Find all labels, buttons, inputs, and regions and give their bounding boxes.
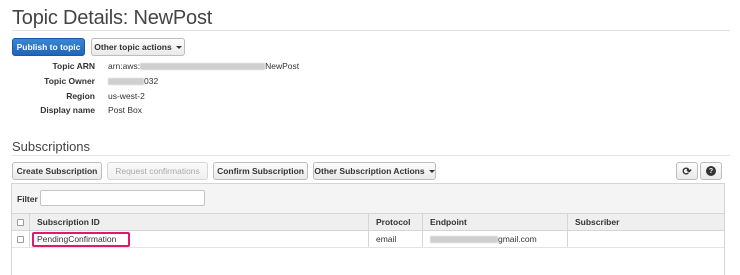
topic-owner-label: Topic Owner (44, 76, 95, 86)
protocol-cell: email (368, 231, 422, 247)
highlight-box (32, 232, 130, 247)
topic-arn-value: arn:aws: NewPost (108, 61, 299, 71)
column-header-endpoint[interactable]: Endpoint (422, 214, 567, 230)
region-label: Region (66, 91, 95, 101)
caret-down-icon (175, 45, 182, 49)
request-confirmations-button[interactable]: Request confirmations (107, 162, 208, 180)
endpoint-cell: gmail.com (422, 231, 567, 247)
row-checkbox[interactable] (17, 235, 24, 243)
column-header-subscription-id[interactable]: Subscription ID (29, 214, 368, 230)
display-name-value: Post Box (108, 105, 143, 115)
refresh-icon: ⟳ (682, 165, 692, 178)
column-header-protocol[interactable]: Protocol (368, 214, 422, 230)
table-header-row: Subscription ID Protocol Endpoint Subscr… (12, 213, 724, 230)
help-icon: ? (706, 166, 716, 176)
endpoint-suffix: gmail.com (498, 234, 537, 244)
redacted-block (140, 63, 266, 71)
create-subscription-label: Create Subscription (16, 166, 98, 176)
redacted-block (108, 78, 144, 86)
redacted-block (430, 235, 498, 243)
region-value: us-west-2 (108, 91, 145, 101)
create-subscription-button[interactable]: Create Subscription (12, 162, 102, 180)
topic-arn-prefix: arn:aws: (108, 61, 141, 71)
caret-down-icon (428, 169, 435, 173)
select-all-checkbox[interactable] (17, 218, 24, 226)
other-subscription-actions-label: Other Subscription Actions (314, 166, 425, 176)
other-topic-actions-label: Other topic actions (94, 42, 172, 52)
column-header-subscriber[interactable]: Subscriber (567, 214, 724, 230)
subscriptions-title: Subscriptions (12, 139, 91, 154)
subscriber-cell (567, 231, 724, 247)
topic-arn-label: Topic ARN (52, 61, 96, 71)
publish-to-topic-button[interactable]: Publish to topic (12, 38, 85, 56)
publish-to-topic-label: Publish to topic (16, 42, 81, 52)
section-divider (12, 155, 730, 156)
topic-owner-suffix: 032 (144, 76, 159, 86)
help-button[interactable]: ? (700, 162, 722, 180)
row-select-cell (12, 231, 29, 247)
request-confirmations-label: Request confirmations (115, 166, 200, 176)
refresh-button[interactable]: ⟳ (676, 162, 698, 180)
confirm-subscription-button[interactable]: Confirm Subscription (213, 162, 308, 180)
other-subscription-actions-button[interactable]: Other Subscription Actions (313, 162, 436, 180)
confirm-subscription-label: Confirm Subscription (217, 166, 304, 176)
page-title: Topic Details: NewPost (12, 7, 213, 29)
topic-arn-suffix: NewPost (265, 61, 300, 71)
topic-owner-value: 032 (108, 76, 158, 86)
select-all-cell (12, 214, 29, 230)
filter-label: Filter (17, 194, 38, 204)
subscriptions-panel: Filter Subscription ID Protocol Endpoint… (11, 183, 725, 275)
table-empty-area (12, 247, 724, 275)
display-name-label: Display name (40, 105, 95, 115)
filter-input[interactable] (40, 190, 205, 206)
title-divider (12, 30, 730, 31)
other-topic-actions-button[interactable]: Other topic actions (91, 38, 185, 56)
